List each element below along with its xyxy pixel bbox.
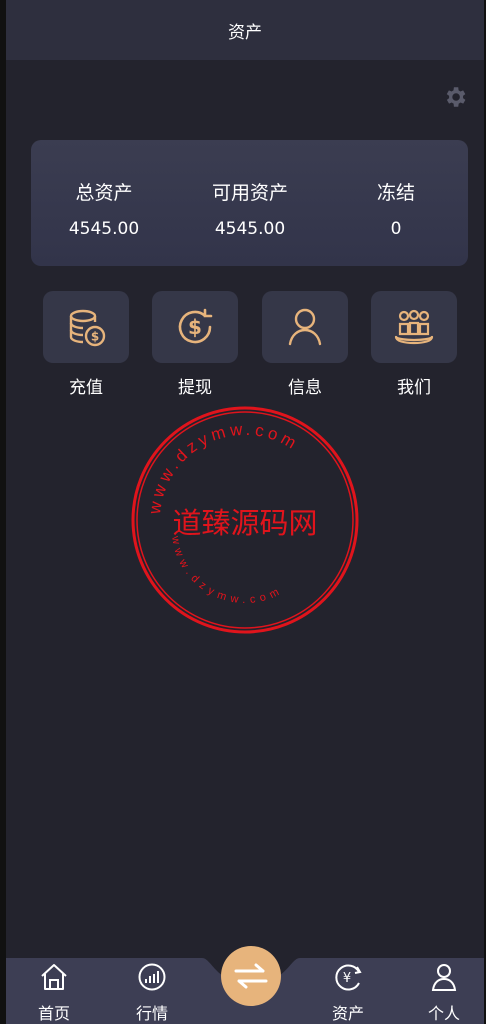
dollar-withdraw-icon: $ bbox=[178, 308, 213, 344]
total-assets-value: 4545.00 bbox=[68, 219, 140, 239]
user-icon bbox=[288, 308, 322, 346]
asset-summary-card: 总资产 4545.00 可用资产 4545.00 冻结 0 bbox=[31, 140, 468, 266]
home-icon bbox=[41, 964, 67, 990]
svg-text:¥: ¥ bbox=[343, 971, 351, 986]
tab-home-label: 首页 bbox=[37, 1004, 70, 1023]
about-us-button[interactable]: 我们 bbox=[371, 291, 457, 398]
total-assets-label: 总资产 bbox=[75, 182, 133, 204]
coins-deposit-icon: $ bbox=[69, 309, 106, 347]
available-assets-value: 4545.00 bbox=[214, 219, 286, 239]
watermark-center-text: 道臻源码网 bbox=[172, 506, 317, 540]
team-icon bbox=[394, 309, 434, 345]
info-button[interactable]: 信息 bbox=[262, 291, 348, 398]
withdraw-button[interactable]: $ 提现 bbox=[152, 291, 238, 398]
tab-market[interactable]: 行情 bbox=[122, 962, 182, 1024]
svg-text:$: $ bbox=[91, 330, 99, 344]
tab-profile[interactable]: 个人 bbox=[414, 962, 474, 1024]
about-us-label: 我们 bbox=[397, 378, 431, 398]
tab-market-label: 行情 bbox=[135, 1004, 168, 1023]
withdraw-label: 提现 bbox=[178, 378, 212, 398]
available-assets-label: 可用资产 bbox=[211, 182, 288, 204]
deposit-button[interactable]: $ 充值 bbox=[43, 291, 129, 398]
watermark-ring-top: www.dzymw.com bbox=[145, 420, 303, 517]
watermark-ring-bottom: www.dzymw.com bbox=[169, 534, 286, 606]
deposit-label: 充值 bbox=[69, 378, 103, 398]
chart-icon bbox=[138, 963, 166, 991]
swap-button[interactable] bbox=[221, 946, 281, 1006]
tab-home[interactable]: 首页 bbox=[24, 962, 84, 1024]
header-bar: 资产 bbox=[6, 0, 484, 60]
info-label: 信息 bbox=[288, 378, 322, 398]
watermark-stamp: www.dzymw.com www.dzymw.com 道臻源码网 bbox=[131, 406, 359, 634]
page-title: 资产 bbox=[228, 22, 262, 43]
tab-assets[interactable]: ¥ 资产 bbox=[318, 962, 378, 1024]
frozen-assets: 冻结 0 bbox=[323, 178, 469, 239]
available-assets: 可用资产 4545.00 bbox=[177, 178, 323, 239]
settings-gear-icon[interactable] bbox=[442, 84, 468, 110]
person-icon bbox=[431, 964, 457, 991]
tab-profile-label: 个人 bbox=[427, 1004, 460, 1023]
yen-cycle-icon: ¥ bbox=[335, 964, 362, 991]
frozen-assets-value: 0 bbox=[390, 219, 402, 239]
frozen-assets-label: 冻结 bbox=[376, 182, 415, 204]
app-screen: 资产 总资产 4545.00 可用资产 4545.00 冻结 0 $ 充值 $ … bbox=[6, 0, 484, 1024]
total-assets: 总资产 4545.00 bbox=[31, 178, 177, 239]
swap-arrows-icon bbox=[234, 963, 268, 989]
svg-text:$: $ bbox=[188, 315, 202, 339]
tab-assets-label: 资产 bbox=[331, 1004, 364, 1023]
